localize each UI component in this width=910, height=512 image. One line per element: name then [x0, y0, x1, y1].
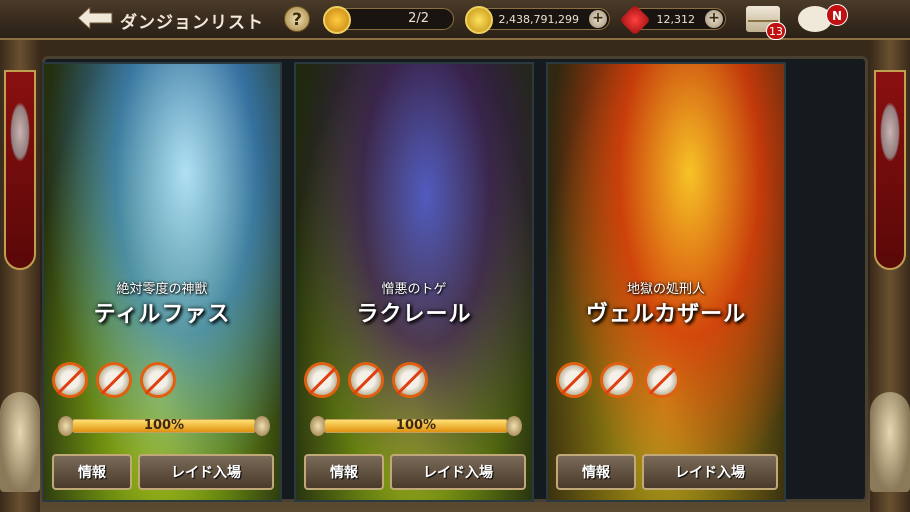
stamina-value: 2/2 [408, 11, 429, 26]
party-slots [52, 362, 176, 398]
blocked-hero-slot-icon [140, 362, 176, 398]
blocked-hero-slot-icon [96, 362, 132, 398]
progress-bar: 100% [58, 416, 270, 436]
dungeon-card-tilfas[interactable]: 絶対零度の神獣 ティルファス 100% 情報 レイド入場 [42, 62, 282, 502]
raid-enter-button[interactable]: レイド入場 [642, 454, 778, 490]
progress-percent: 100% [395, 418, 437, 433]
lion-statue [870, 392, 910, 492]
progress-bar: 100% [310, 416, 522, 436]
dungeon-subtitle: 憎悪のトゲ [381, 282, 447, 297]
gold-value: 2,438,791,299 [498, 13, 579, 26]
dungeon-card-velkazar[interactable]: 地獄の処刑人 ヴェルカザール 情報 レイド入場 [546, 62, 786, 502]
stamina-counter: 2/2 [323, 6, 454, 34]
gold-counter: 2,438,791,299 + [465, 6, 610, 34]
ruby-gem-icon [619, 4, 651, 36]
dungeon-name: ヴェルカザール [585, 302, 747, 327]
dungeon-name: ティルファス [93, 302, 231, 327]
info-button[interactable]: 情報 [556, 454, 636, 490]
add-gold-button[interactable]: + [589, 10, 607, 28]
gold-coin-icon [465, 6, 493, 34]
chat-new-badge: N [826, 4, 848, 26]
party-slots [556, 362, 680, 398]
lion-crest-icon [880, 102, 900, 162]
gem-counter: 12,312 + [619, 4, 726, 36]
blocked-hero-slot-icon [644, 362, 680, 398]
progress-percent: 100% [143, 418, 185, 433]
dungeon-subtitle: 絶対零度の神獣 [116, 282, 208, 297]
dungeon-name: ラクレール [356, 302, 472, 327]
add-gem-button[interactable]: + [705, 10, 723, 28]
page-title: ダンジョンリスト [120, 13, 264, 33]
back-arrow-icon [78, 7, 113, 29]
lion-crest-icon [10, 102, 30, 162]
raid-enter-button[interactable]: レイド入場 [390, 454, 526, 490]
info-button[interactable]: 情報 [52, 454, 132, 490]
blocked-hero-slot-icon [52, 362, 88, 398]
blocked-hero-slot-icon [348, 362, 384, 398]
dungeon-subtitle: 地獄の処刑人 [626, 282, 705, 297]
info-button[interactable]: 情報 [304, 454, 384, 490]
blocked-hero-slot-icon [556, 362, 592, 398]
blocked-hero-slot-icon [304, 362, 340, 398]
dungeon-list: 絶対零度の神獣 ティルファス 100% 情報 レイド入場 憎悪のトゲ ラクレール [42, 62, 828, 502]
lion-statue [0, 392, 40, 492]
help-button[interactable]: ? [284, 6, 310, 32]
party-slots [304, 362, 428, 398]
blocked-hero-slot-icon [392, 362, 428, 398]
back-button[interactable] [78, 6, 114, 30]
stamina-shield-icon [323, 6, 351, 34]
mail-badge: 13 [766, 22, 786, 40]
left-banner [4, 70, 36, 270]
dungeon-card-raklair[interactable]: 憎悪のトゲ ラクレール 100% 情報 レイド入場 [294, 62, 534, 502]
right-banner [874, 70, 906, 270]
gem-value: 12,312 [656, 13, 696, 26]
top-bar: ダンジョンリスト ? 2/2 2,438,791,299 + 12,312 + … [0, 0, 910, 40]
raid-enter-button[interactable]: レイド入場 [138, 454, 274, 490]
blocked-hero-slot-icon [600, 362, 636, 398]
